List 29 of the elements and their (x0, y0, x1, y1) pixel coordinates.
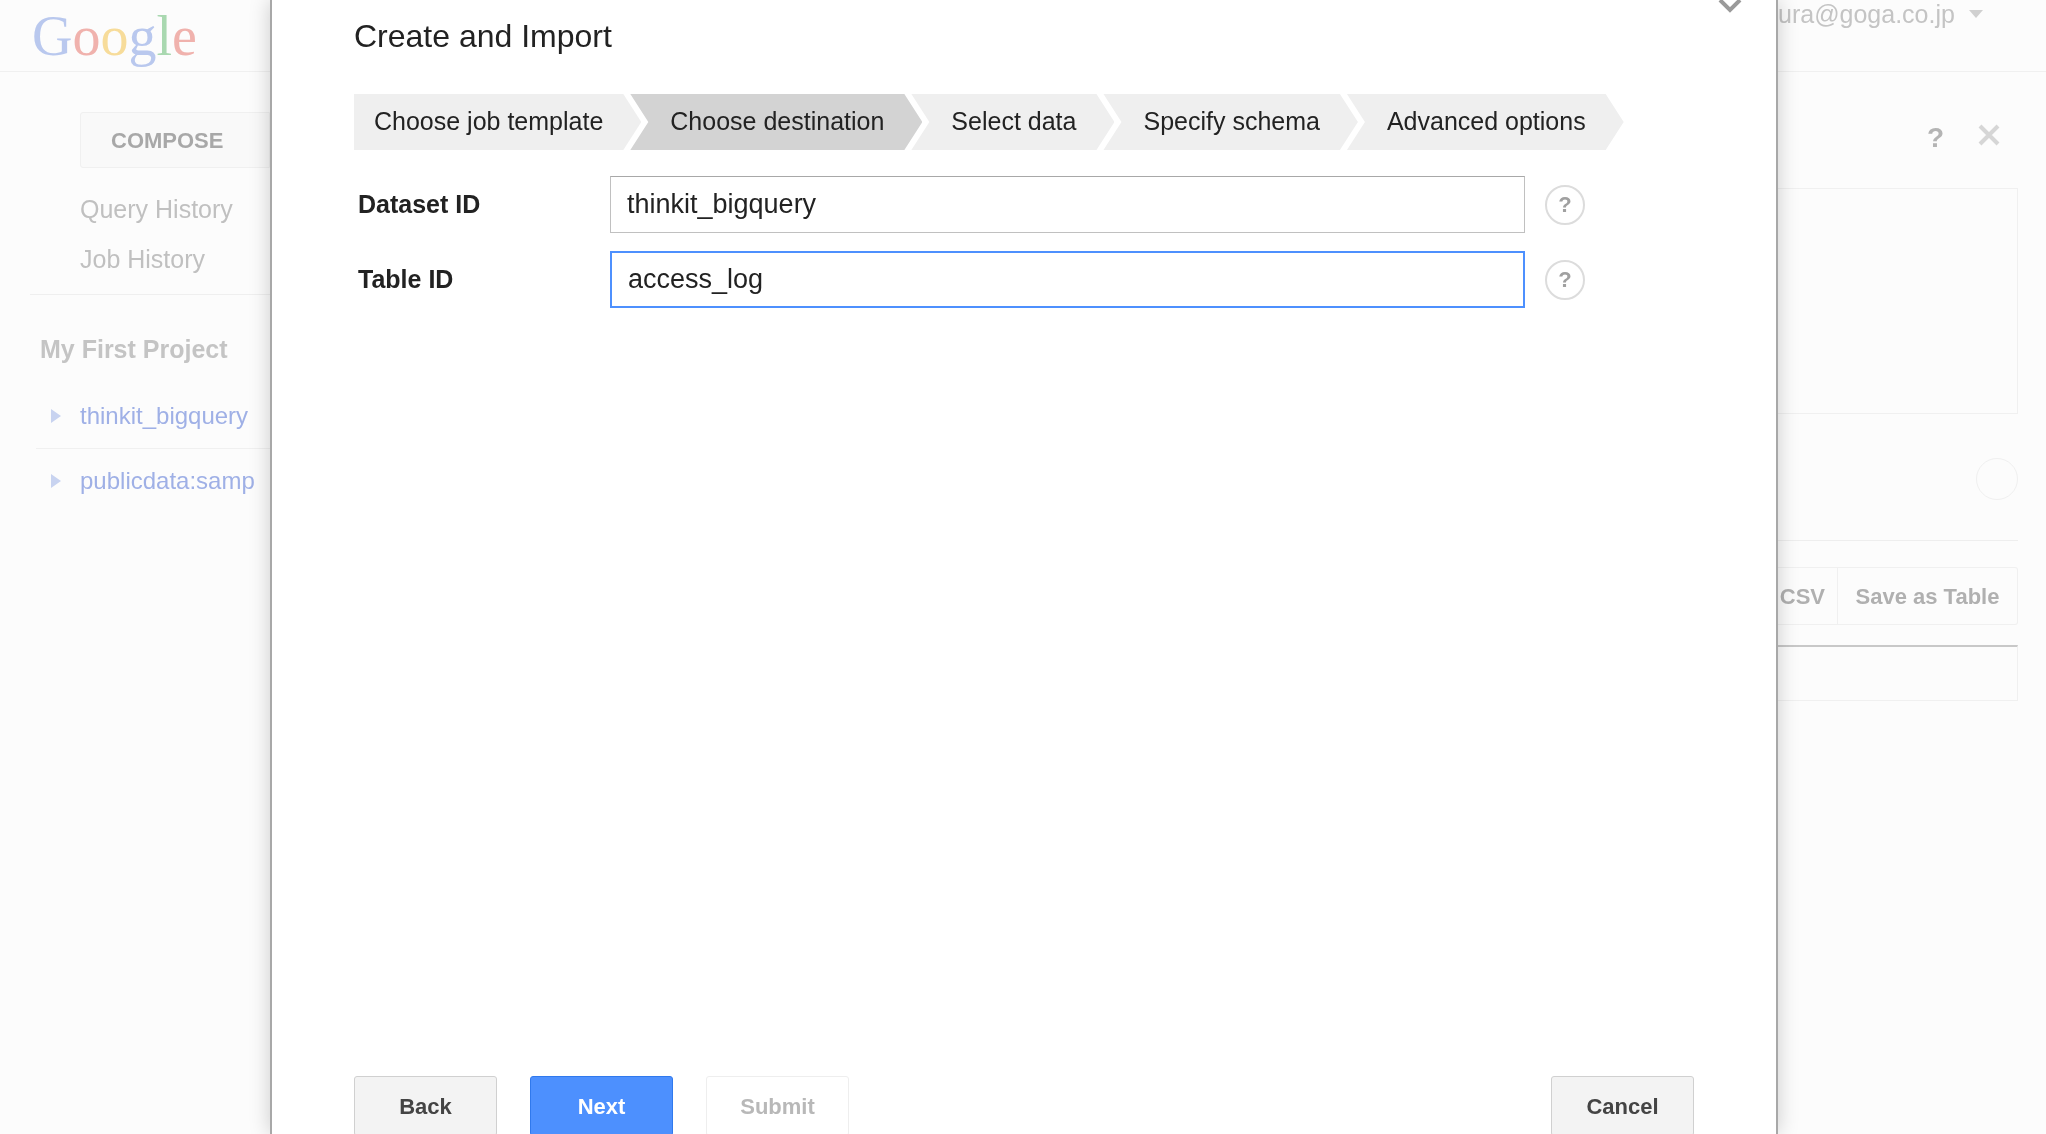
dialog-button[interactable]: Cancel (1551, 1076, 1694, 1134)
dialog-title: Create and Import (354, 17, 613, 56)
next-button[interactable]: Next (530, 1076, 673, 1134)
dialog-button[interactable]: Back (354, 1076, 497, 1134)
caret-down-icon[interactable] (1968, 10, 1983, 18)
account-email: ura@goga.co.jp (1778, 0, 1955, 30)
panel-button[interactable]: Save as Table (1838, 568, 2017, 624)
step-tab[interactable]: Advanced options (1346, 94, 1624, 150)
field-label: Table ID (357, 263, 455, 295)
text-field[interactable]: thinkit_bigquery (610, 176, 1525, 233)
caret-right-icon[interactable] (50, 472, 62, 489)
step-tab[interactable]: Choose job template (354, 94, 642, 150)
panel-button[interactable]: CSV (1778, 568, 1838, 624)
dataset-link[interactable]: publicdata:samp (80, 462, 255, 499)
help-icon[interactable]: ? (1545, 184, 1585, 225)
nav-link[interactable]: Query History (80, 194, 270, 224)
step-tab[interactable]: Choose destination (630, 94, 923, 150)
text-field[interactable]: access_log (610, 251, 1525, 308)
nav-link[interactable]: Job History (80, 244, 270, 274)
help-icon[interactable]: ? (1926, 124, 1944, 152)
field-label: Dataset ID (357, 188, 482, 220)
dataset-link[interactable]: thinkit_bigquery (80, 398, 249, 434)
caret-right-icon[interactable] (50, 408, 62, 424)
project-title: My First Project (39, 334, 229, 365)
logo: Google (32, 3, 197, 68)
step-tab[interactable]: Select data (911, 94, 1115, 150)
step-tab[interactable]: Specify schema (1103, 94, 1358, 150)
help-icon[interactable]: ? (1545, 259, 1585, 300)
compose-button[interactable]: COMPOSE (80, 112, 270, 168)
